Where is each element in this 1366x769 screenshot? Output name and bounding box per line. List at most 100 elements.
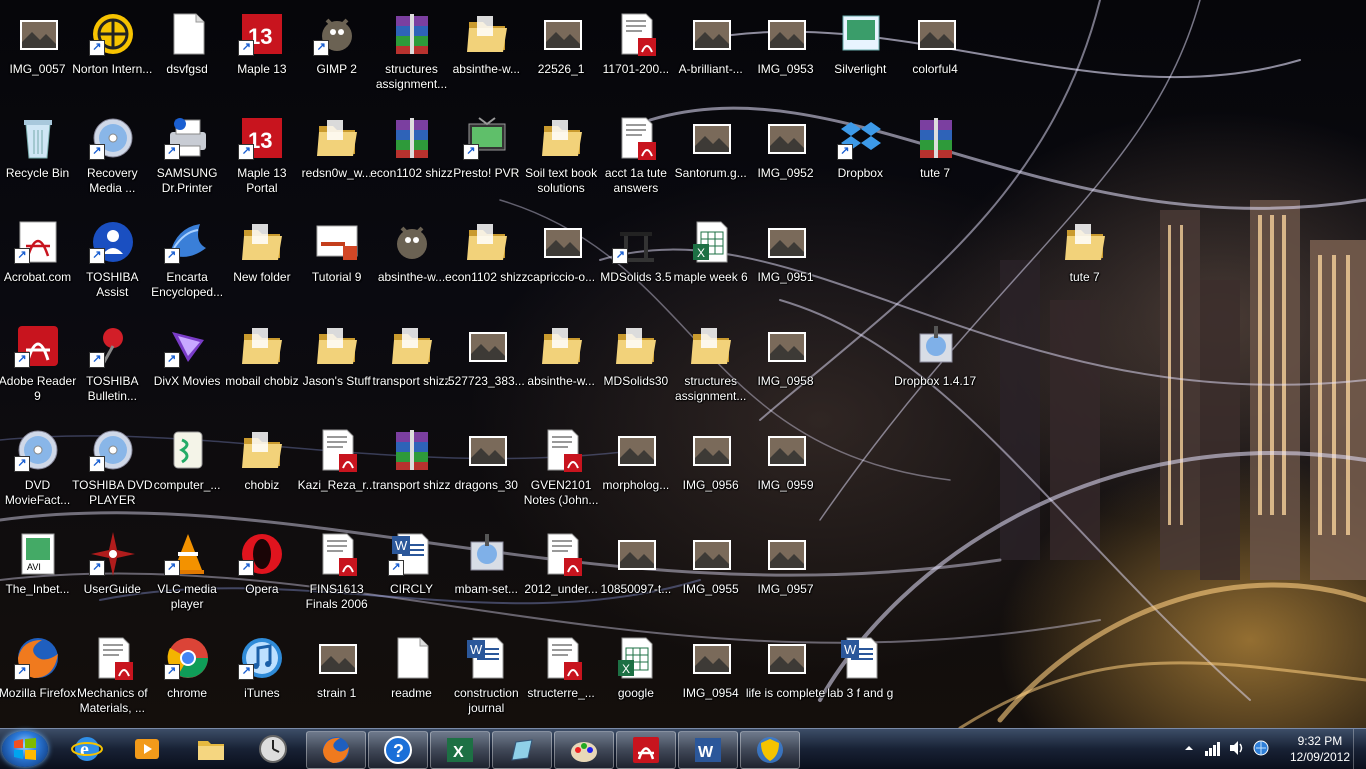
desktop-icon[interactable]: 13 ↗ Maple 13 <box>224 4 299 108</box>
desktop-icon[interactable]: 11701-200... <box>598 4 673 108</box>
desktop-icon[interactable]: ↗ Encarta Encycloped... <box>150 212 225 316</box>
desktop-icon[interactable]: 13 ↗ Maple 13 Portal <box>224 108 299 212</box>
desktop-icon[interactable]: W ↗ CIRCLY <box>374 524 449 628</box>
desktop-icon[interactable]: Recycle Bin <box>0 108 75 212</box>
desktop-icon[interactable]: Tutorial 9 <box>299 212 374 316</box>
desktop-icon[interactable]: ↗ Adobe Reader 9 <box>0 316 76 420</box>
volume-icon[interactable] <box>1228 739 1246 757</box>
desktop-icon[interactable]: GVEN2101 Notes (John... <box>524 420 599 524</box>
desktop-icon[interactable]: ↗ Opera <box>224 524 299 628</box>
desktop-icon[interactable]: ↗ iTunes <box>224 628 299 732</box>
desktop-icon[interactable]: colorful4 <box>898 4 973 108</box>
network-icon[interactable] <box>1252 739 1270 757</box>
desktop-icon[interactable]: IMG_0953 <box>748 4 823 108</box>
desktop-icon[interactable]: Kazi_Reza_r... <box>298 420 376 524</box>
taskbar-button-control-panel[interactable] <box>740 731 800 769</box>
taskbar-button-adobe-reader[interactable] <box>616 731 676 769</box>
desktop-icon[interactable]: acct 1a tute answers <box>598 108 673 212</box>
desktop-icon[interactable]: redsn0w_w... <box>299 108 374 212</box>
desktop-icon[interactable]: transport shizz <box>372 420 451 524</box>
desktop-icon[interactable]: 10850097-t... <box>598 524 673 628</box>
desktop-icon[interactable]: ↗ GIMP 2 <box>299 4 374 108</box>
desktop-icon[interactable]: 527723_383... <box>448 316 525 420</box>
desktop-icon[interactable]: structures assignment... <box>673 316 748 420</box>
desktop-icon[interactable]: absinthe-w... <box>524 316 599 420</box>
desktop-icon[interactable]: AVI The_Inbet... <box>0 524 75 628</box>
desktop-icon[interactable]: life is complete <box>746 628 825 732</box>
desktop-icon[interactable]: mobail chobiz <box>224 316 299 420</box>
desktop-icon[interactable]: tute 7 <box>898 108 973 212</box>
taskbar-button-excel[interactable]: X <box>430 731 490 769</box>
signal-icon[interactable] <box>1204 739 1222 757</box>
desktop-icon[interactable]: 22526_1 <box>524 4 599 108</box>
desktop-icon[interactable]: New folder <box>224 212 299 316</box>
desktop-icon[interactable]: mbam-set... <box>449 524 524 628</box>
arrow-up-icon[interactable] <box>1184 743 1194 753</box>
desktop-icon[interactable]: IMG_0951 <box>748 212 823 316</box>
desktop-icon[interactable]: morpholog... <box>598 420 673 524</box>
desktop-icon[interactable]: ↗ chrome <box>150 628 225 732</box>
desktop-icon[interactable]: ↗ Mozilla Firefox <box>0 628 76 732</box>
desktop-icon[interactable]: computer_... <box>150 420 225 524</box>
desktop-icon[interactable]: IMG_0959 <box>748 420 823 524</box>
desktop-icon[interactable]: Xmaple week 6 <box>673 212 748 316</box>
desktop-icon[interactable]: econ1102 shizz <box>445 212 528 316</box>
taskbar-button-clock-app[interactable] <box>244 731 302 767</box>
desktop-icon[interactable]: structures assignment... <box>374 4 449 108</box>
desktop-icon[interactable]: ↗ VLC media player <box>150 524 225 628</box>
desktop-icon[interactable]: capriccio-o... <box>524 212 599 316</box>
taskbar-button-explorer[interactable] <box>182 731 240 767</box>
desktop-icon[interactable]: readme <box>374 628 449 732</box>
desktop-icon[interactable]: Wconstruction journal <box>449 628 524 732</box>
desktop-icon[interactable]: absinthe-w... <box>374 212 449 316</box>
desktop-icon[interactable]: strain 1 <box>299 628 374 732</box>
desktop-icon[interactable]: ↗ Norton Intern... <box>72 4 152 108</box>
desktop-icon[interactable]: transport shizz <box>372 316 451 420</box>
desktop-icon[interactable]: IMG_0952 <box>748 108 823 212</box>
desktop-icon[interactable]: ↗ TOSHIBA Bulletin... <box>75 316 150 420</box>
desktop-icon[interactable]: IMG_0958 <box>748 316 823 420</box>
desktop-icon[interactable]: chobiz <box>224 420 299 524</box>
system-clock[interactable]: 9:32 PM 12/09/2012 <box>1290 733 1350 765</box>
desktop-icon[interactable]: Santorum.g... <box>673 108 748 212</box>
taskbar-button-paint[interactable] <box>554 731 614 769</box>
desktop-icon[interactable]: absinthe-w... <box>449 4 524 108</box>
desktop-icon[interactable]: IMG_0955 <box>673 524 748 628</box>
desktop-icon[interactable]: 2012_under... <box>524 524 599 628</box>
desktop-icon[interactable]: dragons_30 <box>449 420 524 524</box>
desktop-icon[interactable]: ↗ MDSolids 3.5 <box>598 212 673 316</box>
desktop-icon[interactable]: MDSolids30 <box>598 316 673 420</box>
desktop-icon[interactable]: ↗ UserGuide <box>75 524 150 628</box>
desktop-icon[interactable]: ↗ Dropbox <box>823 108 898 212</box>
taskbar-button-internet-explorer[interactable]: e <box>58 731 116 767</box>
desktop-icon[interactable]: ↗ TOSHIBA Assist <box>75 212 150 316</box>
desktop-icon[interactable]: ↗ Recovery Media ... <box>75 108 150 212</box>
desktop-icon[interactable]: Silverlight <box>823 4 898 108</box>
desktop-icon[interactable]: IMG_0057 <box>0 4 75 108</box>
desktop-icon[interactable]: Jason's Stuff <box>299 316 374 420</box>
desktop-icon[interactable]: Wlab 3 f and g <box>823 628 898 732</box>
desktop-icon[interactable]: ↗ TOSHIBA DVD PLAYER <box>72 420 153 524</box>
taskbar-button-firefox[interactable] <box>306 731 366 769</box>
desktop-icon[interactable]: IMG_0956 <box>673 420 748 524</box>
desktop-icon[interactable]: structerre_... <box>524 628 599 732</box>
desktop-icon[interactable]: Xgoogle <box>598 628 673 732</box>
desktop-icon[interactable]: IMG_0957 <box>748 524 823 628</box>
desktop-icon[interactable]: FINS1613 Finals 2006 <box>299 524 374 628</box>
desktop-icon[interactable]: econ1102 shizz <box>370 108 453 212</box>
taskbar-button-help[interactable]: ? <box>368 731 428 769</box>
desktop-icon[interactable]: dsvfgsd <box>150 4 225 108</box>
desktop-icon[interactable]: ↗ DivX Movies <box>150 316 225 420</box>
desktop-icon[interactable]: Soil text book solutions <box>524 108 599 212</box>
desktop-icon[interactable]: ↗ DVD MovieFact... <box>0 420 75 524</box>
desktop-icon[interactable]: Mechanics of Materials, ... <box>75 628 150 732</box>
desktop-icon[interactable]: Dropbox 1.4.17 <box>894 316 976 420</box>
desktop-icon[interactable]: A-brilliant-... <box>673 4 748 108</box>
desktop-icon[interactable]: ↗ SAMSUNG Dr.Printer <box>150 108 225 212</box>
desktop-icon[interactable]: ↗ Acrobat.com <box>0 212 75 316</box>
desktop-icon[interactable]: tute 7 <box>1047 212 1122 316</box>
taskbar-button-media-player[interactable] <box>118 731 176 767</box>
desktop-icon[interactable]: ↗ Presto! PVR <box>449 108 524 212</box>
taskbar-button-notepad[interactable] <box>492 731 552 769</box>
show-desktop-button[interactable] <box>1353 729 1366 769</box>
